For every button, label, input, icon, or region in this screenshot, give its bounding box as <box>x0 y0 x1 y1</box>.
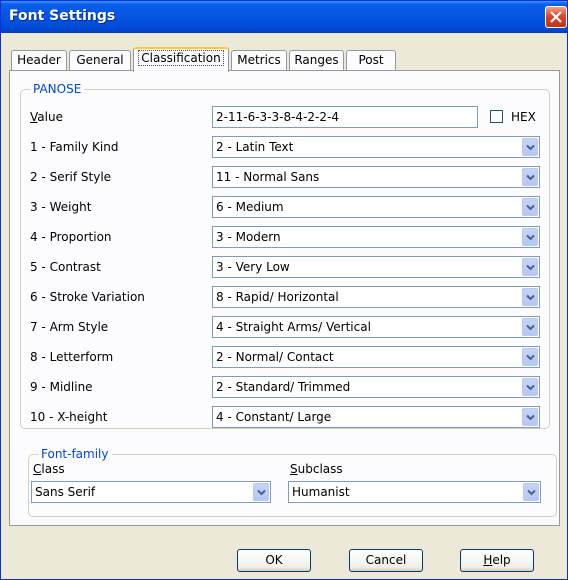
arm-style-label: 7 - Arm Style <box>30 320 109 334</box>
chevron-down-icon <box>526 234 535 241</box>
subclass-dropdown-button[interactable] <box>523 483 539 501</box>
tab-classification[interactable]: Classification <box>133 47 229 72</box>
stroke-variation-dropdown-button[interactable] <box>522 288 538 306</box>
family-kind-select[interactable]: 2 - Latin Text <box>212 136 540 158</box>
title-bar[interactable]: Font Settings <box>1 1 567 33</box>
close-icon <box>550 11 562 23</box>
proportion-label: 4 - Proportion <box>30 230 112 244</box>
panose-group: PANOSE Value 2-11-6-3-3-8-4-2-2-4 HEX 1 … <box>20 82 550 429</box>
chevron-down-icon <box>526 414 535 421</box>
window-title: Font Settings <box>9 8 116 24</box>
close-button[interactable] <box>545 6 567 28</box>
chevron-down-icon <box>526 174 535 181</box>
arm-style-dropdown-button[interactable] <box>522 318 538 336</box>
help-button[interactable]: Help <box>460 549 534 572</box>
subclass-label: Subclass <box>290 462 343 476</box>
chevron-down-icon <box>526 264 535 271</box>
panose-value-input[interactable]: 2-11-6-3-3-8-4-2-2-4 <box>212 106 478 128</box>
chevron-down-icon <box>526 144 535 151</box>
x-height-select[interactable]: 4 - Constant/ Large <box>212 406 540 428</box>
font-family-group: Font-family Class Sans Serif Subclass Hu… <box>28 447 557 517</box>
midline-dropdown-button[interactable] <box>522 378 538 396</box>
weight-dropdown-button[interactable] <box>522 198 538 216</box>
serif-style-dropdown-button[interactable] <box>522 168 538 186</box>
font-family-group-title: Font-family <box>38 447 112 461</box>
letterform-label: 8 - Letterform <box>30 350 114 364</box>
hex-label: HEX <box>511 110 536 124</box>
chevron-down-icon <box>526 324 535 331</box>
class-label: Class <box>33 462 65 476</box>
classification-panel: PANOSE Value 2-11-6-3-3-8-4-2-2-4 HEX 1 … <box>9 70 560 526</box>
x-height-dropdown-button[interactable] <box>522 408 538 426</box>
letterform-select[interactable]: 2 - Normal/ Contact <box>212 346 540 368</box>
tab-post[interactable]: Post <box>346 50 396 70</box>
serif-style-label: 2 - Serif Style <box>30 170 112 184</box>
serif-style-select[interactable]: 11 - Normal Sans <box>212 166 540 188</box>
proportion-select[interactable]: 3 - Modern <box>212 226 540 248</box>
weight-label: 3 - Weight <box>30 200 92 214</box>
chevron-down-icon <box>526 354 535 361</box>
family-kind-dropdown-button[interactable] <box>522 138 538 156</box>
tab-ranges[interactable]: Ranges <box>289 50 344 70</box>
stroke-variation-select[interactable]: 8 - Rapid/ Horizontal <box>212 286 540 308</box>
proportion-dropdown-button[interactable] <box>522 228 538 246</box>
chevron-down-icon <box>526 204 535 211</box>
chevron-down-icon <box>526 384 535 391</box>
class-select[interactable]: Sans Serif <box>31 481 271 503</box>
x-height-label: 10 - X-height <box>30 410 108 424</box>
stroke-variation-label: 6 - Stroke Variation <box>30 290 145 304</box>
contrast-dropdown-button[interactable] <box>522 258 538 276</box>
hex-checkbox[interactable] <box>490 110 503 123</box>
tab-general[interactable]: General <box>69 50 131 70</box>
letterform-dropdown-button[interactable] <box>522 348 538 366</box>
family-kind-label: 1 - Family Kind <box>30 140 119 154</box>
subclass-select[interactable]: Humanist <box>288 481 541 503</box>
tab-metrics[interactable]: Metrics <box>231 50 287 70</box>
arm-style-select[interactable]: 4 - Straight Arms/ Vertical <box>212 316 540 338</box>
midline-label: 9 - Midline <box>30 380 93 394</box>
value-label: Value <box>30 110 63 124</box>
chevron-down-icon <box>527 489 536 496</box>
midline-select[interactable]: 2 - Standard/ Trimmed <box>212 376 540 398</box>
contrast-select[interactable]: 3 - Very Low <box>212 256 540 278</box>
cancel-button[interactable]: Cancel <box>349 549 423 572</box>
ok-button[interactable]: OK <box>237 549 311 572</box>
font-settings-dialog: Font Settings Header General Classificat… <box>0 0 568 580</box>
class-dropdown-button[interactable] <box>253 483 269 501</box>
contrast-label: 5 - Contrast <box>30 260 101 274</box>
weight-select[interactable]: 6 - Medium <box>212 196 540 218</box>
chevron-down-icon <box>526 294 535 301</box>
tab-header[interactable]: Header <box>11 50 67 70</box>
chevron-down-icon <box>257 489 266 496</box>
panose-group-title: PANOSE <box>30 82 85 96</box>
